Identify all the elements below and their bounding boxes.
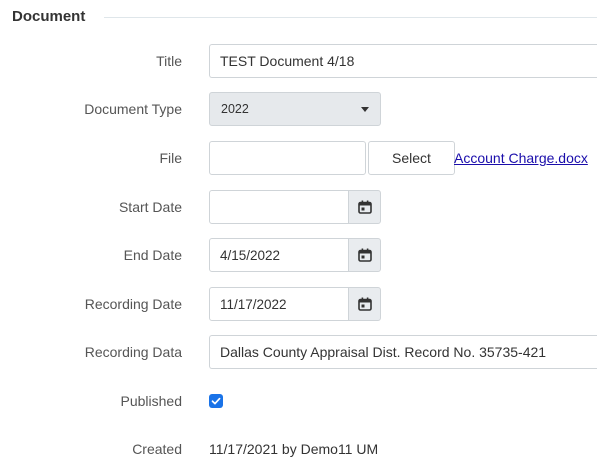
document-type-label: Document Type: [84, 101, 182, 117]
recording-date-row: Recording Date: [0, 287, 597, 321]
recording-date-input[interactable]: [209, 287, 349, 321]
published-checkbox[interactable]: [209, 394, 223, 408]
end-date-calendar-button[interactable]: [348, 238, 381, 272]
recording-data-label: Recording Data: [84, 344, 182, 360]
checkmark-icon: [211, 397, 221, 405]
created-value: 11/17/2021 by Demo11 UM: [209, 441, 379, 457]
start-date-row: Start Date: [0, 190, 597, 224]
document-type-selected-value: 2022: [221, 102, 249, 116]
created-row: Created 11/17/2021 by Demo11 UM: [0, 432, 597, 466]
end-date-input[interactable]: [209, 238, 349, 272]
file-input[interactable]: [209, 141, 366, 175]
file-link[interactable]: Account Charge.docx: [454, 141, 588, 175]
recording-data-input[interactable]: [209, 335, 597, 369]
file-row: File Select Account Charge.docx: [0, 141, 597, 175]
end-date-label: End Date: [123, 247, 182, 263]
calendar-icon: [357, 297, 372, 311]
title-input[interactable]: [209, 44, 597, 78]
calendar-icon: [357, 248, 372, 262]
recording-date-calendar-button[interactable]: [348, 287, 381, 321]
chevron-down-icon: [361, 107, 369, 112]
file-label: File: [159, 150, 182, 166]
start-date-input[interactable]: [209, 190, 349, 224]
section-divider: [104, 17, 597, 18]
document-type-select[interactable]: 2022: [209, 92, 381, 126]
document-type-row: Document Type 2022: [0, 92, 597, 126]
section-title: Document: [12, 8, 86, 25]
calendar-icon: [357, 200, 372, 214]
title-label: Title: [156, 53, 182, 69]
published-label: Published: [120, 393, 183, 409]
start-date-label: Start Date: [118, 199, 182, 215]
title-row: Title: [0, 44, 597, 78]
published-row: Published: [0, 384, 597, 418]
recording-data-row: Recording Data: [0, 335, 597, 369]
recording-date-label: Recording Date: [84, 296, 182, 312]
created-label: Created: [132, 441, 182, 457]
section-header: Document: [0, 0, 597, 34]
end-date-row: End Date: [0, 238, 597, 272]
start-date-calendar-button[interactable]: [348, 190, 381, 224]
select-file-button[interactable]: Select: [368, 141, 455, 175]
